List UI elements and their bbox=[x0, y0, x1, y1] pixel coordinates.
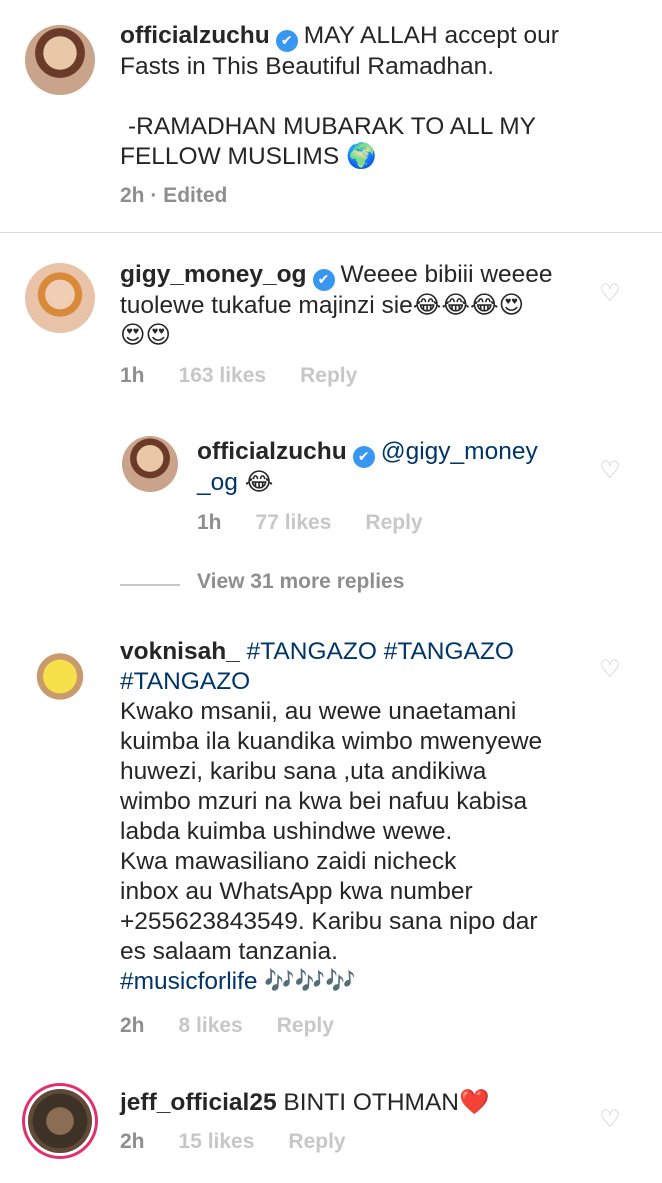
emoji: 🎶🎶🎶 bbox=[264, 968, 356, 995]
comment-line: Kwako msanii, au wewe unaetamani bbox=[120, 698, 517, 725]
timestamp: 2h bbox=[120, 184, 145, 207]
heart-icon[interactable]: ♡ bbox=[597, 458, 623, 482]
likes-count[interactable]: 77 likes bbox=[256, 511, 332, 534]
comment-line: huwezi, karibu sana ,uta andikiwa bbox=[120, 758, 487, 785]
view-more-replies[interactable]: View 31 more replies bbox=[120, 570, 520, 600]
username[interactable]: officialzuchu bbox=[120, 22, 270, 49]
username[interactable]: officialzuchu bbox=[197, 438, 347, 465]
caption: officialzuchu ✔ MAY ALLAH accept our Fasts… bbox=[0, 0, 662, 232]
comment-line: 😍😍 bbox=[120, 322, 172, 349]
comment-line: Weeee bibiii weeee bbox=[340, 261, 553, 288]
reply-button[interactable]: Reply bbox=[277, 1014, 334, 1037]
avatar[interactable] bbox=[28, 1089, 92, 1153]
comment-line: inbox au WhatsApp kwa number bbox=[120, 878, 473, 905]
comment-line: labda kuimba ushindwe wewe. bbox=[120, 818, 453, 845]
avatar[interactable] bbox=[25, 25, 95, 95]
heart-icon[interactable]: ♡ bbox=[597, 657, 623, 681]
reply-button[interactable]: Reply bbox=[365, 511, 422, 534]
view-replies-label[interactable]: View 31 more replies bbox=[197, 570, 404, 594]
divider-line bbox=[120, 584, 180, 586]
comment-line: BINTI OTHMAN❤️ bbox=[283, 1089, 490, 1116]
username[interactable]: gigy_money_og bbox=[120, 261, 307, 288]
hashtag-link[interactable]: #musicforlife bbox=[120, 968, 258, 995]
reply-button[interactable]: Reply bbox=[288, 1130, 345, 1153]
edited-label: · Edited bbox=[150, 184, 228, 207]
timestamp: 2h bbox=[120, 1014, 145, 1037]
avatar[interactable] bbox=[122, 436, 178, 492]
likes-count[interactable]: 15 likes bbox=[179, 1130, 255, 1153]
divider bbox=[0, 232, 662, 233]
caption-line: MAY ALLAH accept our bbox=[303, 22, 559, 49]
caption-line: FELLOW MUSLIMS 🌍 bbox=[120, 143, 377, 170]
verified-badge-icon: ✔ bbox=[275, 30, 298, 52]
caption-line: -RAMADHAN MUBARAK TO ALL MY bbox=[128, 113, 536, 140]
heart-icon[interactable]: ♡ bbox=[597, 281, 623, 305]
comment-line: tuolewe tukafue majinzi sie😂😂😂😍 bbox=[120, 292, 525, 319]
verified-badge-icon: ✔ bbox=[352, 446, 375, 468]
comment-meta: 1h 77 likes Reply bbox=[197, 511, 423, 535]
comment-text: voknisah_ #TANGAZO #TANGAZO #TANGAZO Kwa… bbox=[120, 637, 590, 997]
mention-link[interactable]: @gigy_money bbox=[381, 438, 538, 465]
mention-link[interactable]: _og bbox=[197, 469, 238, 496]
username[interactable]: voknisah_ bbox=[120, 638, 240, 665]
caption-line: Fasts in This Beautiful Ramadhan. bbox=[120, 53, 495, 80]
reply-button[interactable]: Reply bbox=[300, 364, 357, 387]
likes-count[interactable]: 163 likes bbox=[179, 364, 267, 387]
likes-count[interactable]: 8 likes bbox=[179, 1014, 243, 1037]
timestamp: 1h bbox=[120, 364, 145, 387]
comment-text: gigy_money_og ✔ Weeee bibiii weeee tuolewe… bbox=[120, 260, 590, 351]
username[interactable]: jeff_official25 bbox=[120, 1089, 277, 1116]
comment-line: Kwa mawasiliano zaidi nicheck bbox=[120, 848, 457, 875]
hashtag-link[interactable]: #TANGAZO #TANGAZO bbox=[247, 638, 514, 665]
comment-meta: 1h 163 likes Reply bbox=[120, 364, 357, 388]
comment-text: officialzuchu ✔ @gigy_money _og 😂 bbox=[197, 437, 577, 498]
avatar[interactable] bbox=[25, 638, 95, 708]
comment-line: wimbo mzuri na kwa bei nafuu kabisa bbox=[120, 788, 528, 815]
timestamp: 1h bbox=[197, 511, 222, 534]
comment-line: kuimba ila kuandika wimbo mwenyewe bbox=[120, 728, 543, 755]
hashtag-link[interactable]: #TANGAZO bbox=[120, 668, 250, 695]
comment-meta: 2h 15 likes Reply bbox=[120, 1130, 346, 1154]
caption-meta: 2h · Edited bbox=[120, 184, 227, 208]
heart-icon[interactable]: ♡ bbox=[597, 1107, 623, 1131]
verified-badge-icon: ✔ bbox=[312, 269, 335, 291]
timestamp: 2h bbox=[120, 1130, 145, 1153]
caption-text: officialzuchu ✔ MAY ALLAH accept our Fasts… bbox=[120, 21, 640, 172]
comment-meta: 2h 8 likes Reply bbox=[120, 1014, 334, 1038]
comment-line: +255623843549. Karibu sana nipo dar bbox=[120, 908, 538, 935]
comment-text: jeff_official25 BINTI OTHMAN❤️ bbox=[120, 1088, 590, 1118]
comment-line: es salaam tanzania. bbox=[120, 938, 338, 965]
emoji: 😂 bbox=[244, 469, 274, 496]
avatar[interactable] bbox=[25, 263, 95, 333]
